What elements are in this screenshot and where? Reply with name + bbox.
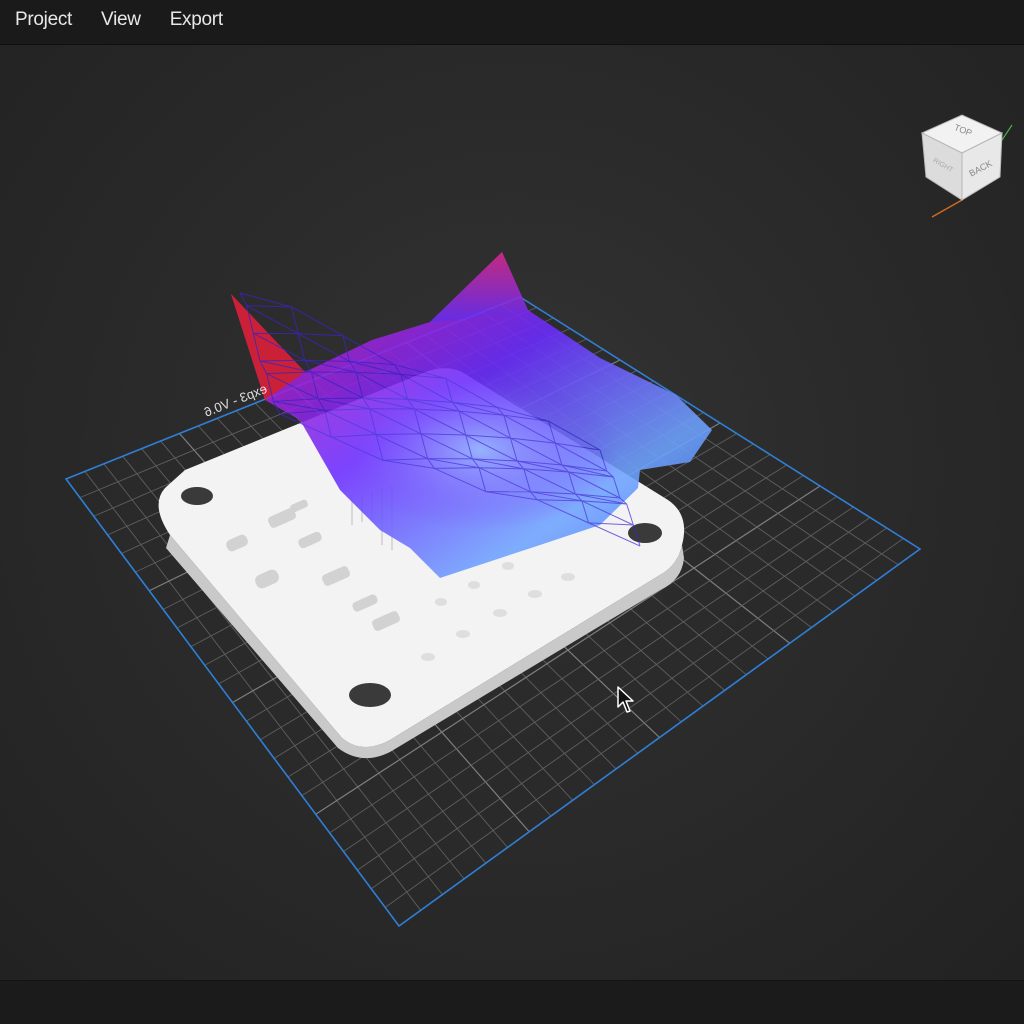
3d-viewport[interactable]: exp3 - V0.6 (0, 44, 1024, 980)
mesh-edge (297, 333, 350, 362)
3d-scene: exp3 - V0.6 (64, 252, 922, 928)
mesh-edge (239, 292, 292, 308)
mesh-edge (246, 305, 292, 308)
view-cube-icon[interactable]: TOP BACK RIGHT (912, 105, 1022, 225)
menu-project[interactable]: Project (0, 0, 86, 44)
mesh-edge (290, 306, 299, 334)
mesh-edge (297, 333, 306, 361)
mouse-cursor-icon (617, 686, 637, 714)
status-bar (0, 980, 1024, 1024)
menu-view[interactable]: View (86, 0, 155, 44)
mesh-edge (291, 306, 344, 337)
app-window: Project View Export exp3 - V0.6 TOP BACK… (0, 0, 1024, 1024)
menu-bar: Project View Export (0, 0, 1024, 45)
mesh-edge (376, 433, 421, 436)
mesh-edge (434, 467, 480, 469)
mesh-edge (318, 397, 363, 400)
mesh-edge (259, 359, 305, 362)
mesh-edge (298, 333, 343, 337)
menu-export[interactable]: Export (155, 0, 237, 44)
